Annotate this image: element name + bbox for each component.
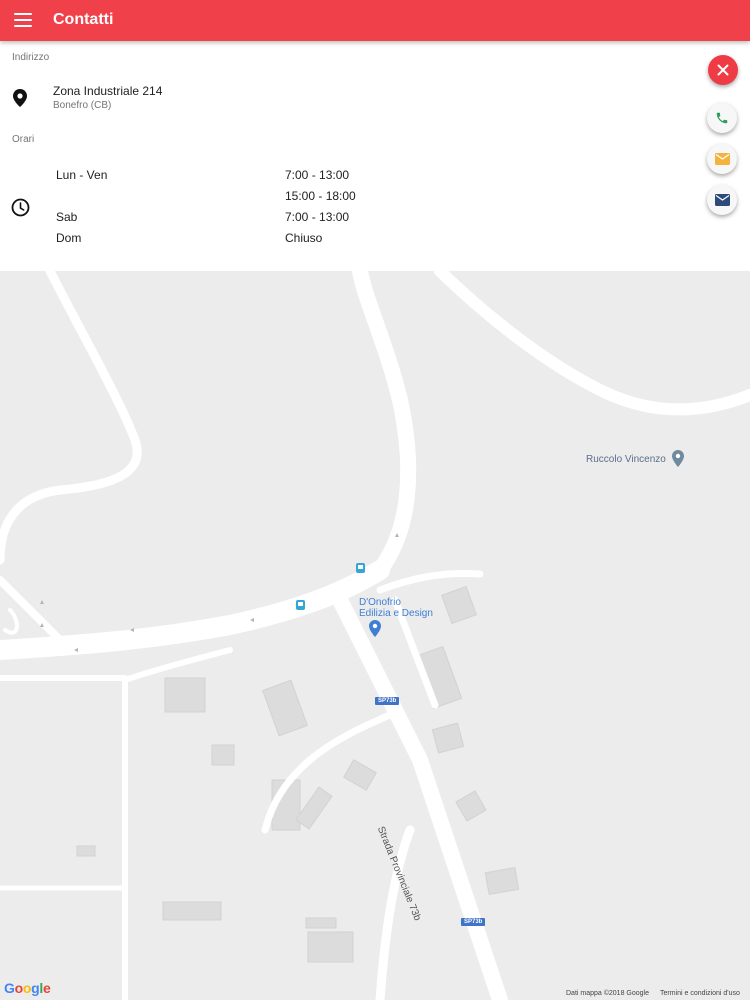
hours-time: Chiuso <box>285 231 323 245</box>
google-logo: Google <box>4 980 51 996</box>
page-title: Contatti <box>53 11 114 28</box>
mail-icon <box>714 194 730 206</box>
message-button[interactable] <box>707 144 737 174</box>
message-icon <box>714 153 730 165</box>
contact-info-panel: Indirizzo Zona Industriale 214 Bonefro (… <box>0 41 750 271</box>
hours-time: 15:00 - 18:00 <box>285 189 356 203</box>
address-section-label: Indirizzo <box>12 52 50 63</box>
email-button[interactable] <box>707 185 737 215</box>
map-poi-label[interactable]: D'Onofrio <box>359 597 401 608</box>
hours-time: 7:00 - 13:00 <box>285 210 350 224</box>
hours-row: Dom Chiuso <box>0 231 400 249</box>
app-bar: Contatti <box>0 0 750 41</box>
location-pin-icon <box>13 89 27 107</box>
hours-row: Sab 7:00 - 13:00 <box>0 210 400 228</box>
address-city: Bonefro (CB) <box>53 100 112 111</box>
map-poi-label[interactable]: Ruccolo Vincenzo <box>586 454 666 465</box>
hours-section-label: Orari <box>12 134 35 145</box>
map-view[interactable]: Ruccolo Vincenzo D'Onofrio Edilizia e De… <box>0 271 750 1000</box>
hours-row: 15:00 - 18:00 <box>0 189 400 207</box>
call-button[interactable] <box>707 103 737 133</box>
road-number-badge: SP73b <box>461 918 486 926</box>
hours-day: Lun - Ven <box>56 168 108 182</box>
phone-icon <box>716 112 728 124</box>
close-icon <box>717 64 729 76</box>
hours-day: Dom <box>56 231 82 245</box>
hours-row: Lun - Ven 7:00 - 13:00 <box>0 168 400 186</box>
map-roads <box>0 271 750 1000</box>
hours-time: 7:00 - 13:00 <box>285 168 350 182</box>
road-number-badge: SP73b <box>375 697 400 705</box>
hours-day: Sab <box>56 210 78 224</box>
menu-icon[interactable] <box>14 13 32 27</box>
map-data-attribution: Dati mappa ©2018 Google <box>566 990 649 997</box>
map-poi-label[interactable]: Edilizia e Design <box>359 608 433 619</box>
address-street: Zona Industriale 214 <box>53 84 163 98</box>
close-button[interactable] <box>708 55 738 85</box>
map-terms-link[interactable]: Termini e condizioni d'uso <box>660 990 740 997</box>
